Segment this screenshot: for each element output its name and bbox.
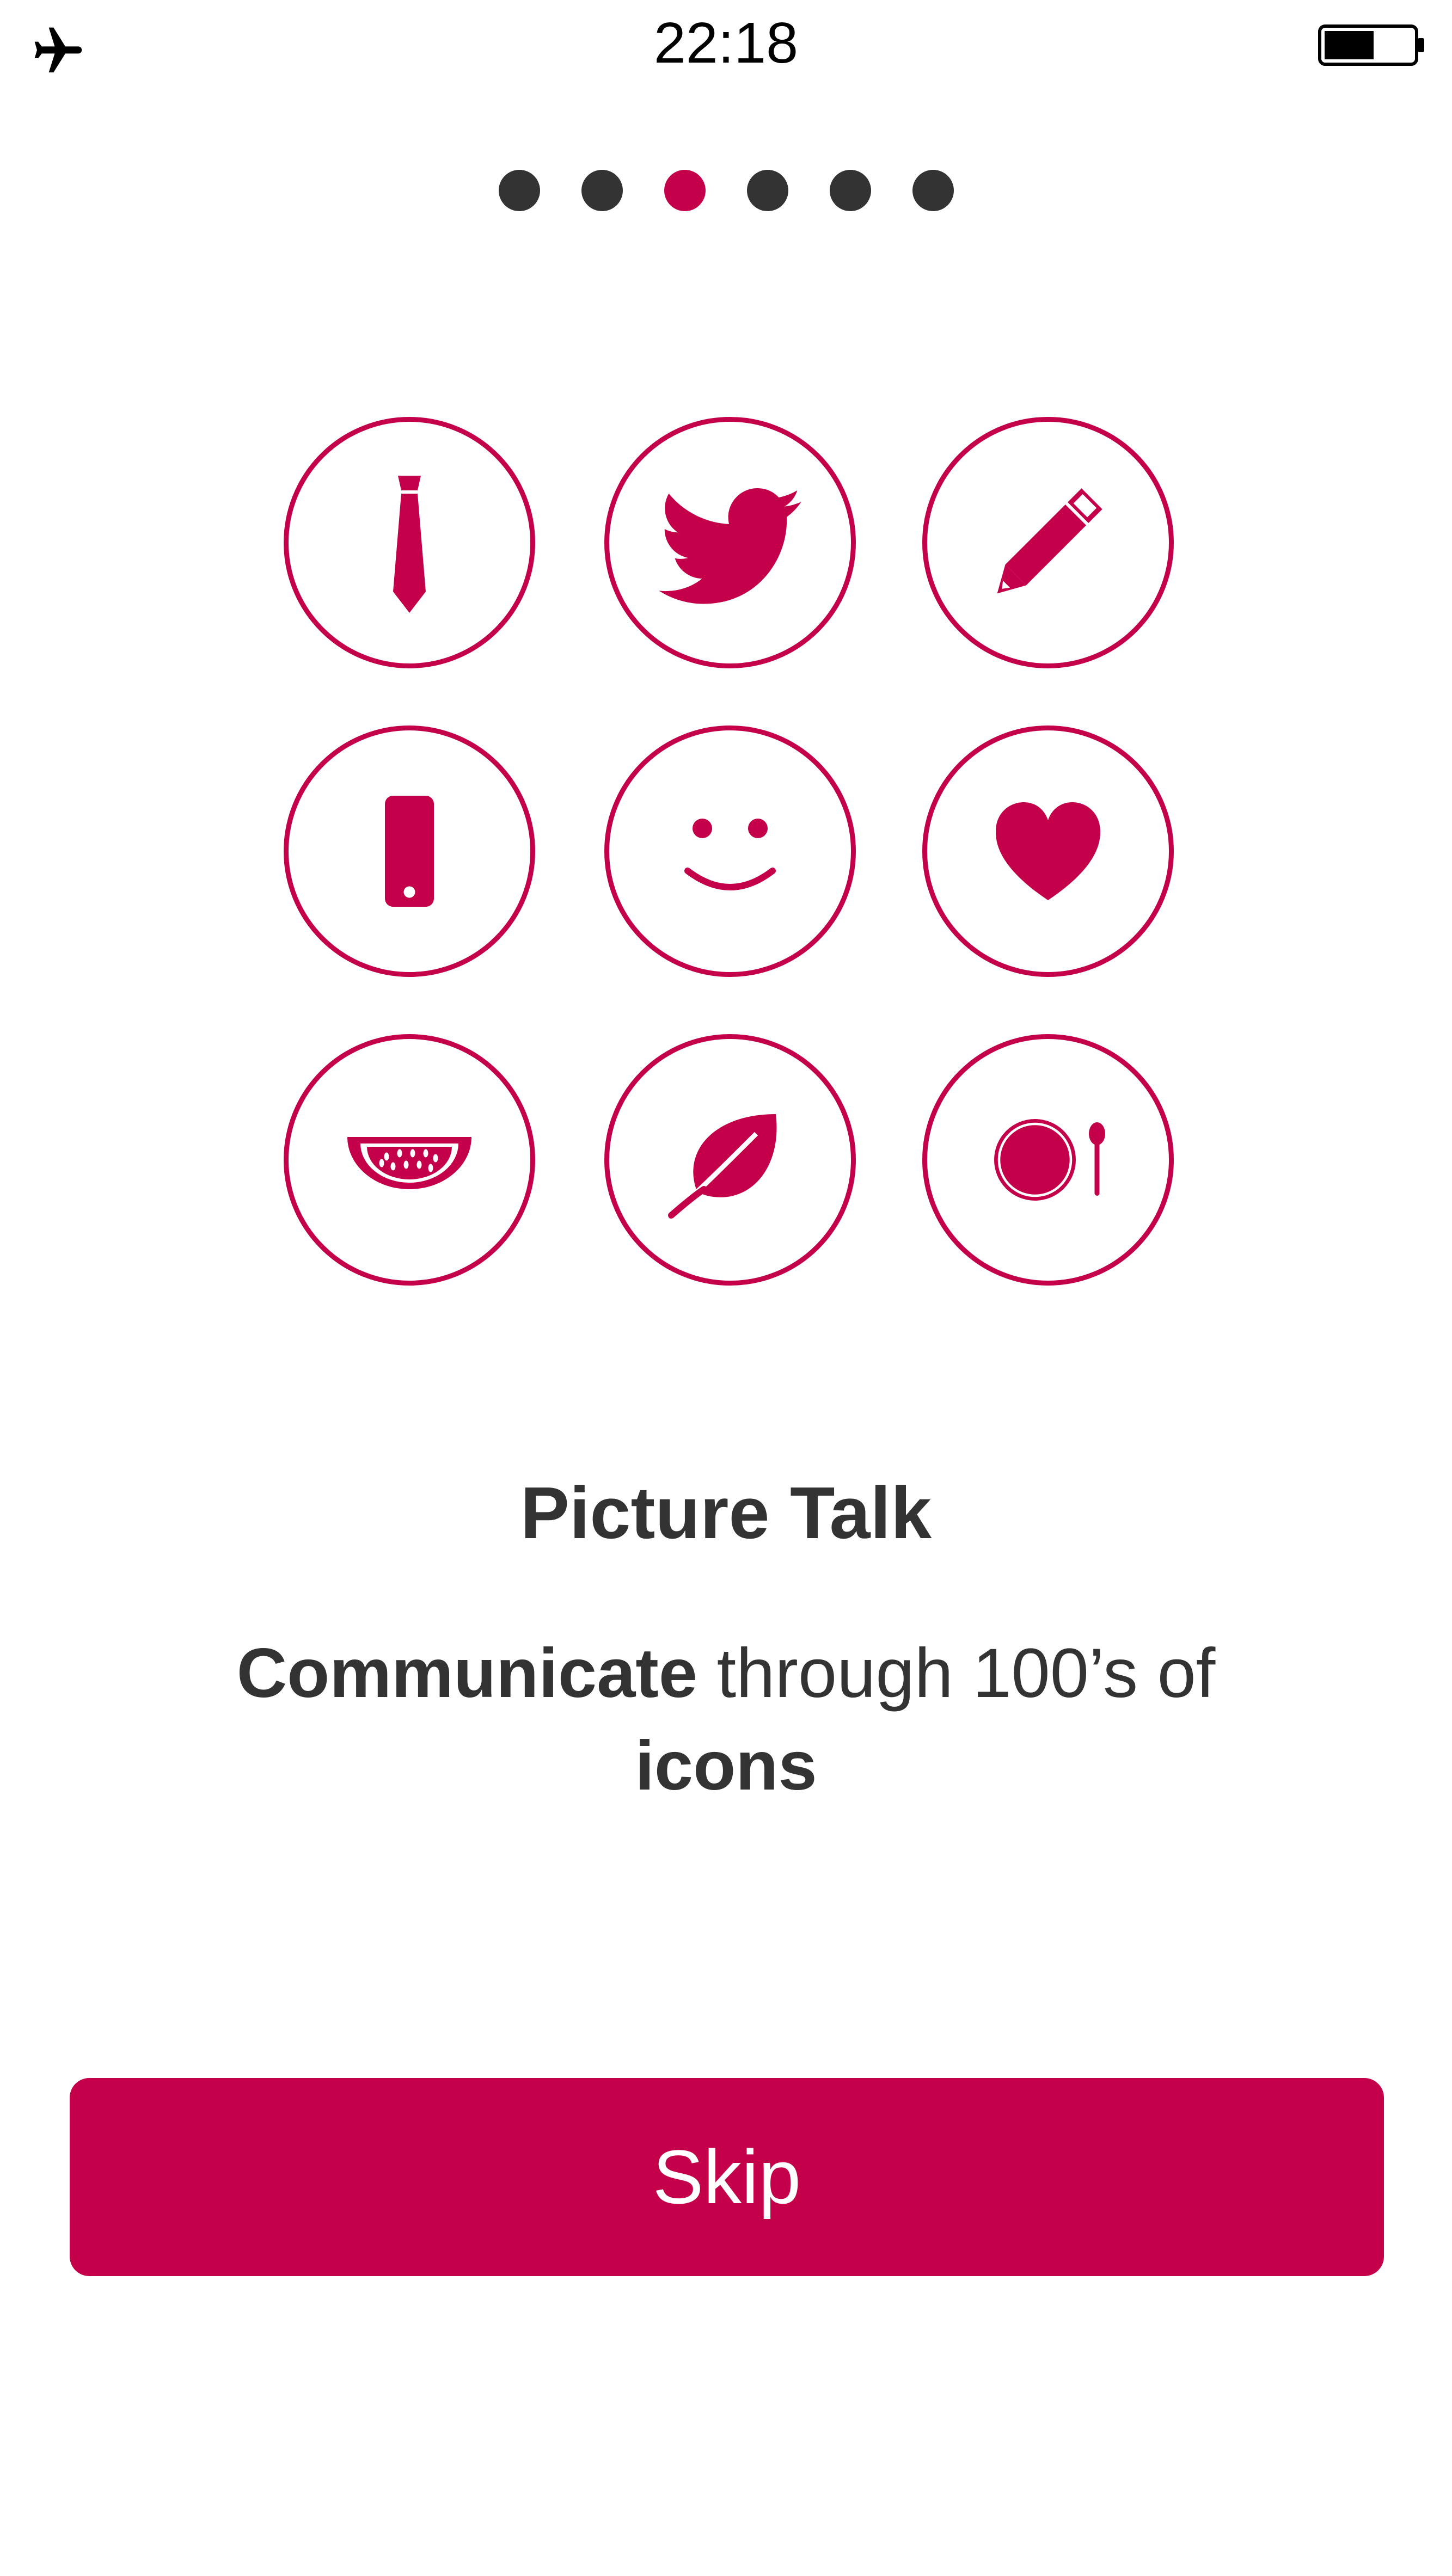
skip-button-label: Skip xyxy=(652,2134,801,2220)
heart-icon xyxy=(996,802,1100,900)
smiley-icon-circle xyxy=(604,726,856,977)
page-dot-5[interactable] xyxy=(829,170,871,211)
tie-icon-circle xyxy=(284,417,535,668)
page-title: Picture Talk xyxy=(520,1472,932,1554)
status-time: 22:18 xyxy=(653,11,799,75)
status-bar: 22:18 xyxy=(0,0,1452,87)
plate-spoon-icon xyxy=(994,1119,1105,1201)
page-dot-4[interactable] xyxy=(746,170,788,211)
bird-icon xyxy=(659,488,801,604)
pencil-icon-circle xyxy=(922,417,1174,668)
bird-icon-circle xyxy=(604,417,856,668)
skip-button[interactable]: Skip xyxy=(70,2078,1384,2276)
heart-icon-circle xyxy=(922,726,1174,977)
description-bold-icons: icons xyxy=(635,1727,817,1805)
pencil-icon xyxy=(997,488,1102,594)
smiley-icon xyxy=(684,819,776,890)
page-dot-6[interactable] xyxy=(912,170,954,211)
watermelon-icon xyxy=(347,1137,471,1189)
leaf-icon-circle xyxy=(604,1034,856,1286)
description-middle: through 100’s of xyxy=(697,1634,1216,1712)
page-indicator xyxy=(0,170,1452,211)
phone-icon xyxy=(385,796,434,907)
phone-icon-circle xyxy=(284,726,535,977)
watermelon-icon-circle xyxy=(284,1034,535,1286)
description-text: Communicate through 100’s of icons xyxy=(163,1627,1289,1812)
page-dot-3-active[interactable] xyxy=(664,170,706,211)
description-bold-communicate: Communicate xyxy=(236,1634,698,1712)
tie-icon xyxy=(393,476,426,613)
page-dot-2[interactable] xyxy=(581,170,623,211)
plate-spoon-icon-circle xyxy=(922,1034,1174,1286)
leaf-icon xyxy=(668,1114,777,1219)
page-dot-1[interactable] xyxy=(498,170,540,211)
battery-icon xyxy=(1318,24,1424,66)
